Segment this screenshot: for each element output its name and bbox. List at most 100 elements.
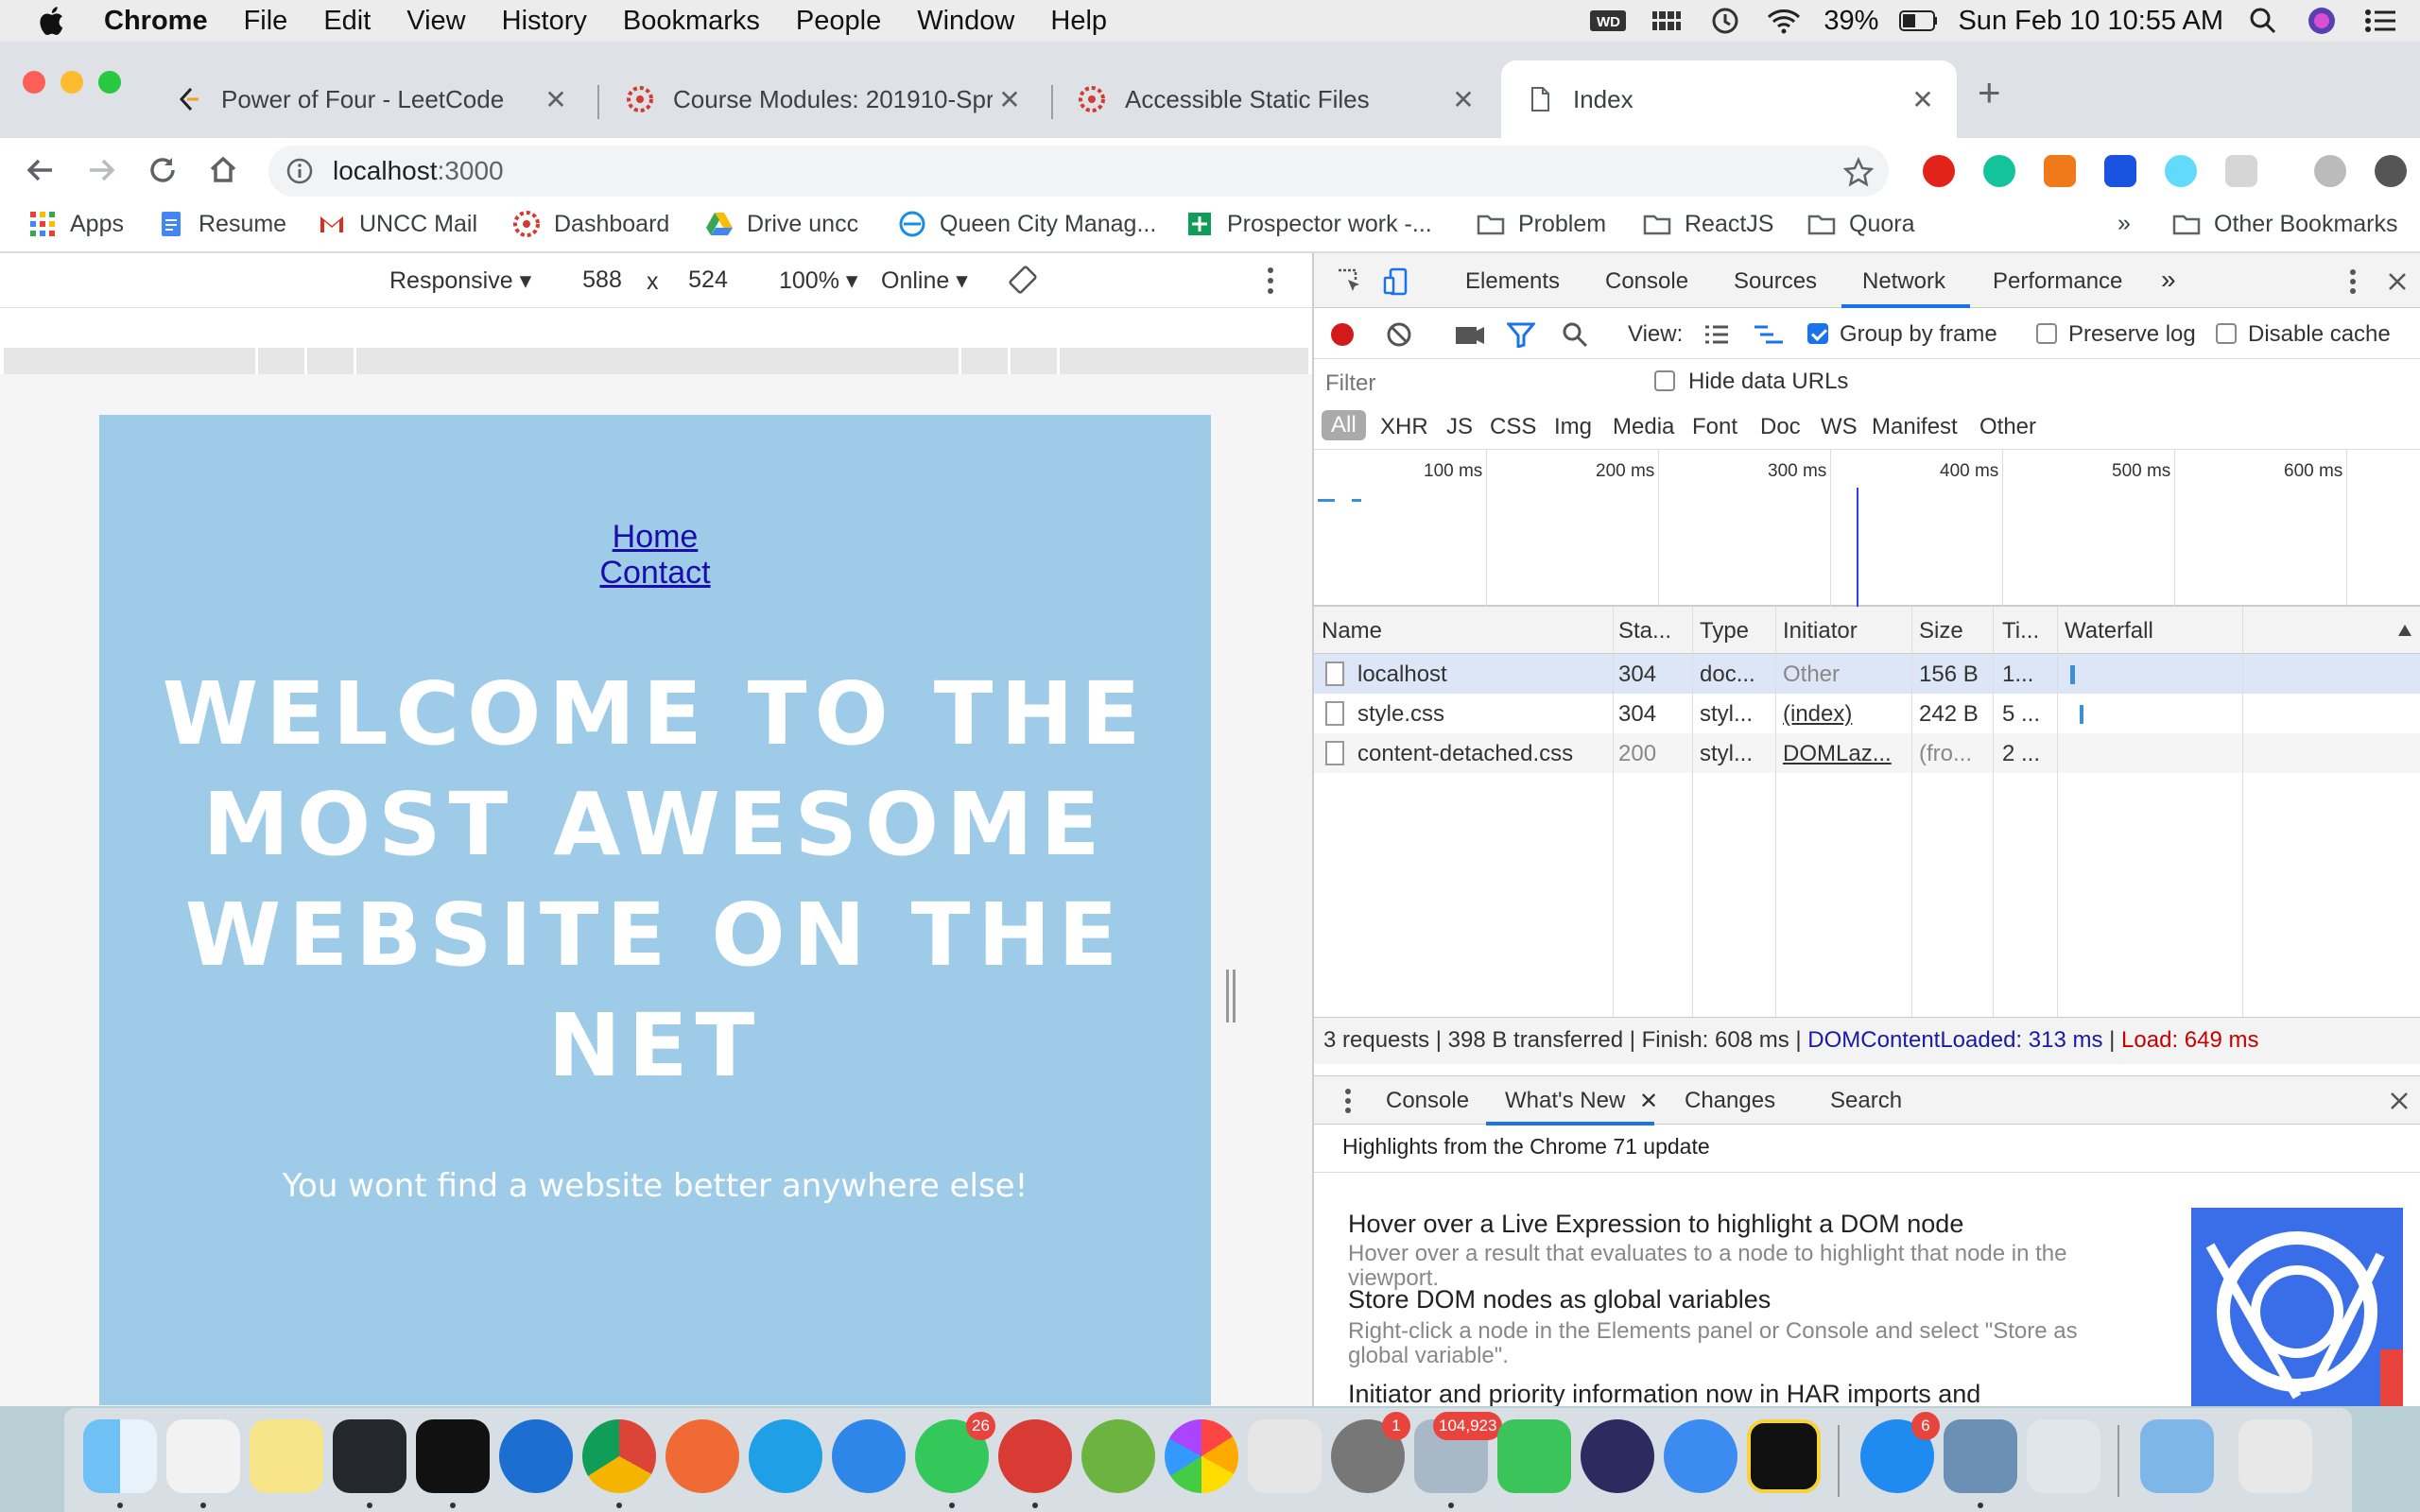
type-filter-all[interactable]: All <box>1322 410 1366 440</box>
device-height-input[interactable] <box>666 263 751 297</box>
drawer-tab-whats-new[interactable]: What's New <box>1505 1088 1625 1114</box>
window-minimize-button[interactable] <box>60 71 83 94</box>
bookmarks-overflow-button[interactable]: » <box>2118 210 2131 237</box>
disable-cache-checkbox[interactable] <box>2216 323 2237 344</box>
rotate-device-icon[interactable] <box>1008 265 1038 295</box>
menu-edit[interactable]: Edit <box>323 6 371 37</box>
devtools-settings-menu-icon[interactable] <box>2348 266 2358 297</box>
throttling-select[interactable]: Online ▾ <box>881 266 968 295</box>
menu-help[interactable]: Help <box>1050 6 1107 37</box>
device-width-input[interactable] <box>560 263 645 297</box>
bookmark-prospector[interactable]: Prospector work -... <box>1185 210 1432 238</box>
device-toolbar-more-icon[interactable] <box>1267 266 1274 295</box>
cell-initiator-link[interactable]: DOMLaz... <box>1783 741 1911 767</box>
trash-icon[interactable] <box>2238 1419 2312 1493</box>
system-preferences-icon[interactable]: 1 <box>1331 1412 1410 1493</box>
type-filter-xhr[interactable]: XHR <box>1380 414 1428 440</box>
site-info-icon[interactable] <box>285 157 314 185</box>
screenshot-camera-icon[interactable] <box>1454 321 1486 348</box>
preserve-log-checkbox[interactable] <box>2036 323 2057 344</box>
column-header-name[interactable]: Name <box>1322 618 1382 644</box>
bookmark-queen-city[interactable]: Queen City Manag... <box>898 210 1156 238</box>
back-arrow-icon[interactable] <box>21 151 59 189</box>
column-header-time[interactable]: Ti... <box>2002 618 2039 644</box>
time-machine-icon[interactable] <box>1706 7 1744 35</box>
hide-data-urls-checkbox[interactable] <box>1654 370 1675 391</box>
forward-arrow-icon[interactable] <box>83 151 121 189</box>
devtools-tab-elements[interactable]: Elements <box>1465 268 1560 295</box>
info-extension-icon[interactable] <box>2104 155 2136 187</box>
type-filter-css[interactable]: CSS <box>1490 414 1536 440</box>
clear-log-icon[interactable] <box>1386 321 1412 348</box>
safari-icon[interactable] <box>832 1419 906 1493</box>
notes-icon[interactable] <box>250 1419 323 1493</box>
column-header-status[interactable]: Sta... <box>1618 618 1671 644</box>
devtools-close-icon[interactable] <box>2382 266 2412 297</box>
extension-grey-icon[interactable] <box>2225 155 2257 187</box>
group-by-frame-checkbox[interactable] <box>1807 323 1828 344</box>
type-filter-img[interactable]: Img <box>1554 414 1592 440</box>
wd-drive-icon[interactable]: WD <box>1589 7 1627 35</box>
reload-icon[interactable] <box>144 151 182 189</box>
media-query-bar[interactable] <box>4 348 1308 374</box>
whats-new-item-title[interactable]: Store DOM nodes as global variables <box>1348 1285 1771 1314</box>
table-row[interactable]: style.css 304 styl... (index) 242 B 5 ..… <box>1314 694 2420 733</box>
profile-avatar-icon[interactable] <box>2314 155 2346 187</box>
new-tab-button[interactable]: + <box>1978 73 2001 112</box>
column-header-waterfall[interactable]: Waterfall <box>2065 618 2153 644</box>
drawer-tab-console[interactable]: Console <box>1386 1088 1469 1114</box>
type-filter-ws[interactable]: WS <box>1821 414 1858 440</box>
postman-icon[interactable] <box>666 1419 739 1493</box>
bookmark-star-icon[interactable] <box>1843 157 1874 187</box>
window-zoom-button[interactable] <box>98 71 121 94</box>
preview-icon[interactable] <box>1944 1419 2017 1493</box>
textedit-icon[interactable] <box>166 1419 240 1493</box>
filter-funnel-icon[interactable] <box>1507 321 1535 348</box>
mail-app-icon[interactable] <box>998 1419 1072 1493</box>
type-filter-media[interactable]: Media <box>1613 414 1674 440</box>
battery-icon[interactable] <box>1899 7 1938 35</box>
quicktime-icon[interactable] <box>499 1419 573 1493</box>
tab-close-button[interactable]: ✕ <box>993 84 1027 115</box>
extension-orange-icon[interactable] <box>2044 155 2076 187</box>
devtools-more-tabs-button[interactable]: » <box>2161 265 2176 295</box>
cell-initiator-link[interactable]: (index) <box>1783 701 1911 728</box>
type-filter-manifest[interactable]: Manifest <box>1872 414 1958 440</box>
siri-icon[interactable] <box>2303 7 2341 35</box>
tab-close-button[interactable]: ✕ <box>1906 84 1940 115</box>
device-toolbar-toggle-icon[interactable] <box>1382 266 1412 297</box>
chrome-dock-icon[interactable] <box>582 1419 656 1493</box>
type-filter-js[interactable]: JS <box>1446 414 1473 440</box>
drive-stack-icon[interactable] <box>1648 7 1685 35</box>
window-close-button[interactable] <box>23 71 45 94</box>
bookmark-folder-reactjs[interactable]: ReactJS <box>1643 210 1773 238</box>
network-timeline-overview[interactable]: 100 ms 200 ms 300 ms 400 ms 500 ms 600 m… <box>1314 450 2420 607</box>
bookmark-dashboard[interactable]: Dashboard <box>512 210 669 238</box>
bookmark-resume[interactable]: Resume <box>157 210 286 238</box>
whatsapp-icon[interactable]: 26 <box>915 1412 995 1493</box>
eclipse-icon[interactable] <box>1581 1419 1654 1493</box>
drawer-tab-search[interactable]: Search <box>1830 1088 1902 1114</box>
tab-close-button[interactable]: ✕ <box>1446 84 1480 115</box>
apple-icon[interactable] <box>36 4 70 38</box>
chrome-update-icon[interactable] <box>2375 155 2407 187</box>
tab-index-active[interactable]: Index ✕ <box>1501 60 1957 138</box>
type-filter-other[interactable]: Other <box>1979 414 2036 440</box>
opera-vpn-extension-icon[interactable] <box>1923 155 1955 187</box>
type-filter-font[interactable]: Font <box>1692 414 1737 440</box>
device-select[interactable]: Responsive ▾ <box>389 266 531 295</box>
downloads-folder-icon[interactable] <box>2140 1419 2214 1493</box>
menu-bookmarks[interactable]: Bookmarks <box>623 6 760 37</box>
drawer-tab-close-button[interactable]: ✕ <box>1639 1088 1658 1115</box>
address-bar[interactable]: localhost:3000 <box>268 146 1889 197</box>
tab-accessible-static-files[interactable]: Accessible Static Files ✕ <box>1053 60 1497 138</box>
overview-waterfall-icon[interactable] <box>1753 323 1785 346</box>
whats-new-item-title[interactable]: Hover over a Live Expression to highligh… <box>1348 1210 1963 1239</box>
devtools-tab-sources[interactable]: Sources <box>1734 268 1817 295</box>
notification-center-icon[interactable] <box>2361 7 2399 35</box>
table-row[interactable]: content-detached.css 200 styl... DOMLaz.… <box>1314 733 2420 773</box>
bookmark-drive-uncc[interactable]: Drive uncc <box>705 210 858 238</box>
maps-icon[interactable] <box>2027 1419 2100 1493</box>
bookmark-other-bookmarks[interactable]: Other Bookmarks <box>2172 210 2398 238</box>
mail-stamp-icon[interactable]: 104,923 <box>1414 1412 1503 1493</box>
